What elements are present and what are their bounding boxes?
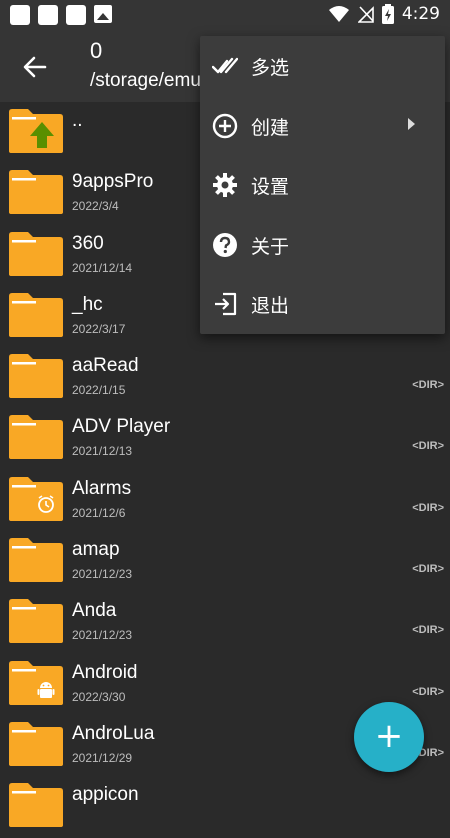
- add-fab-label: +: [374, 716, 404, 756]
- file-date: 2022/3/30: [72, 689, 126, 704]
- file-date: 2022/3/17: [72, 321, 126, 336]
- file-name: 9appsPro: [72, 171, 154, 193]
- menu-item-label: 多选: [251, 57, 290, 79]
- menu-item-label: 设置: [251, 176, 290, 199]
- image-notification-icon: [94, 5, 112, 23]
- page-title: 0: [90, 38, 103, 63]
- menu-item-label: 创建: [251, 116, 290, 139]
- dir-tag: <DIR>: [412, 440, 444, 453]
- file-date: 2021/12/13: [72, 444, 133, 459]
- notification-icon: [10, 5, 30, 25]
- dir-tag: <DIR>: [412, 563, 444, 576]
- file-name: Alarms: [72, 477, 132, 499]
- status-time: 4:29: [401, 4, 440, 24]
- menu-item[interactable]: 多选: [200, 36, 445, 96]
- android-folder-icon: [8, 660, 64, 706]
- file-name: ..: [72, 110, 83, 131]
- menu-item[interactable]: 创建: [200, 96, 445, 156]
- file-row[interactable]: aaRead 2022/1/15 <DIR>: [0, 347, 450, 408]
- add-fab-button[interactable]: +: [354, 702, 424, 772]
- folder-icon: [8, 353, 64, 399]
- dir-tag: <DIR>: [412, 501, 444, 514]
- file-name: Android: [72, 661, 138, 683]
- file-row[interactable]: Anda 2021/12/23 <DIR>: [0, 592, 450, 653]
- settings-gear-icon: [213, 173, 237, 198]
- no-signal-icon: [357, 6, 374, 23]
- multi-select-icon: [212, 57, 238, 74]
- notification-icons: [10, 5, 112, 25]
- file-name: ADV Player: [72, 416, 171, 438]
- menu-item[interactable]: 退出: [200, 274, 445, 334]
- file-name: amap: [72, 539, 120, 561]
- file-name: appicon: [72, 784, 139, 806]
- submenu-arrow-icon: [408, 117, 415, 130]
- file-date: 2021/12/29: [72, 750, 133, 765]
- file-date: 2022/3/4: [72, 199, 119, 214]
- folder-icon: [8, 537, 64, 583]
- file-date: 2022/1/15: [72, 383, 126, 398]
- menu-item-label: 关于: [251, 235, 290, 258]
- file-row[interactable]: Alarms 2021/12/6 <DIR>: [0, 470, 450, 531]
- file-date: 2021/12/14: [72, 260, 133, 275]
- file-name: aaRead: [72, 355, 139, 377]
- create-plus-icon: [212, 113, 238, 138]
- menu-item-label: 退出: [251, 295, 290, 318]
- file-row[interactable]: amap 2021/12/23 <DIR>: [0, 531, 450, 592]
- file-name: _hc: [72, 293, 103, 315]
- menu-item[interactable]: 关于: [200, 215, 445, 275]
- dir-tag: <DIR>: [412, 685, 444, 698]
- exit-icon: [215, 293, 237, 316]
- status-bar: 4:29: [0, 0, 450, 30]
- battery-charging-icon: [381, 4, 394, 24]
- file-date: 2021/12/23: [72, 628, 133, 643]
- file-name: Anda: [72, 600, 117, 622]
- folder-icon: [8, 721, 64, 767]
- dir-tag: <DIR>: [412, 379, 444, 392]
- dir-tag: <DIR>: [412, 624, 444, 637]
- alarm-folder-icon: [8, 476, 64, 522]
- file-row[interactable]: ADV Player 2021/12/13 <DIR>: [0, 408, 450, 469]
- folder-icon: [8, 782, 64, 828]
- menu-item[interactable]: 设置: [200, 155, 445, 215]
- folder-icon: [8, 169, 64, 215]
- notification-icon: [66, 5, 86, 25]
- wifi-icon: [328, 6, 349, 22]
- folder-icon: [8, 414, 64, 460]
- file-name: 360: [72, 232, 104, 254]
- file-date: 2021/12/23: [72, 567, 133, 582]
- system-icons: 4:29: [328, 4, 440, 24]
- file-name: AndroLua: [72, 722, 155, 744]
- folder-icon: [8, 598, 64, 644]
- overflow-menu: 多选创建设置关于退出: [200, 36, 445, 334]
- file-date: 2021/12/6: [72, 505, 126, 520]
- help-icon: [213, 232, 237, 257]
- file-row[interactable]: appicon: [0, 776, 450, 837]
- folder-icon: [8, 231, 64, 277]
- folder-icon: [8, 292, 64, 338]
- notification-icon: [38, 5, 58, 25]
- parent-folder-icon: [8, 108, 64, 154]
- back-arrow-icon[interactable]: [20, 52, 50, 82]
